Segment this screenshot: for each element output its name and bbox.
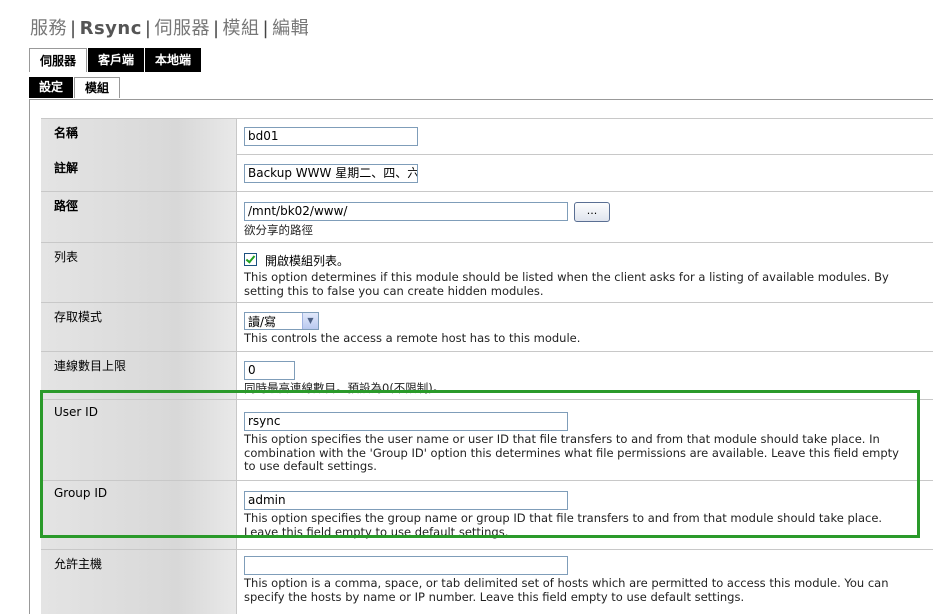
chevron-down-icon: ▼ — [302, 313, 318, 329]
main-tabs: 伺服器 客戶端 本地端 — [29, 48, 202, 72]
gid-desc: This option specifies the group name or … — [244, 511, 883, 539]
breadcrumb-modules[interactable]: 模組 — [223, 18, 260, 39]
access-label: 存取模式 — [41, 303, 237, 351]
access-select[interactable]: 讀/寫 ▼ — [244, 312, 319, 330]
row-hosts: 允許主機 This option is a comma, space, or t… — [41, 550, 933, 614]
list-checkbox-label: 開啟模組列表。 — [265, 254, 350, 268]
gid-input[interactable]: admin — [244, 491, 568, 510]
access-desc: This controls the access a remote host h… — [244, 331, 581, 345]
breadcrumb-rsync[interactable]: Rsync — [80, 18, 142, 39]
list-checkbox[interactable] — [244, 253, 257, 266]
uid-input[interactable]: rsync — [244, 412, 568, 431]
row-comment: 註解 Backup WWW 星期二、四、六 — [41, 154, 933, 192]
row-gid: Group ID admin This option specifies the… — [41, 481, 933, 550]
uid-desc: This option specifies the user name or u… — [244, 432, 899, 473]
sub-tabs: 設定 模組 — [29, 77, 121, 98]
breadcrumb: 服務 | Rsync | 伺服器 | 模組 | 編輯 — [30, 18, 310, 39]
list-desc: This option determines if this module sh… — [244, 270, 889, 298]
list-label: 列表 — [41, 243, 237, 302]
name-label: 名稱 — [41, 119, 237, 154]
maxconn-desc: 同時最高連線數目。預設為0(不限制)。 — [244, 381, 445, 395]
uid-label: User ID — [41, 400, 237, 480]
row-access: 存取模式 讀/寫 ▼ This controls the access a re… — [41, 303, 933, 352]
name-input[interactable]: bd01 — [244, 127, 418, 146]
hosts-desc: This option is a comma, space, or tab de… — [244, 576, 889, 604]
path-label: 路徑 — [41, 192, 237, 242]
tab-server[interactable]: 伺服器 — [29, 48, 88, 72]
row-name: 名稱 bd01 — [41, 118, 933, 155]
comment-input[interactable]: Backup WWW 星期二、四、六 — [244, 164, 418, 183]
maxconn-input[interactable]: 0 — [244, 361, 295, 380]
module-edit-panel: 名稱 bd01 註解 Backup WWW 星期二、四、六 路徑 /mnt/bk… — [29, 99, 933, 614]
access-select-value: 讀/寫 — [248, 315, 277, 329]
row-list: 列表 開啟模組列表。 This option determines if thi… — [41, 243, 933, 303]
hosts-input[interactable] — [244, 556, 568, 575]
subtab-modules[interactable]: 模組 — [74, 77, 121, 98]
browse-button[interactable]: ... — [574, 202, 610, 222]
path-desc: 欲分享的路徑 — [244, 223, 313, 237]
gid-label: Group ID — [41, 481, 237, 549]
breadcrumb-services[interactable]: 服務 — [30, 18, 67, 39]
path-input[interactable]: /mnt/bk02/www/ — [244, 202, 568, 221]
breadcrumb-server[interactable]: 伺服器 — [154, 18, 210, 39]
breadcrumb-edit: 編輯 — [272, 18, 310, 39]
row-uid: User ID rsync This option specifies the … — [41, 400, 933, 481]
tab-local[interactable]: 本地端 — [145, 48, 202, 72]
hosts-label: 允許主機 — [41, 550, 237, 614]
comment-label: 註解 — [41, 154, 237, 191]
row-maxconn: 連線數目上限 0 同時最高連線數目。預設為0(不限制)。 — [41, 352, 933, 400]
tab-client[interactable]: 客戶端 — [88, 48, 145, 72]
row-path: 路徑 /mnt/bk02/www/... 欲分享的路徑 — [41, 192, 933, 243]
subtab-settings[interactable]: 設定 — [29, 77, 74, 98]
maxconn-label: 連線數目上限 — [41, 352, 237, 399]
